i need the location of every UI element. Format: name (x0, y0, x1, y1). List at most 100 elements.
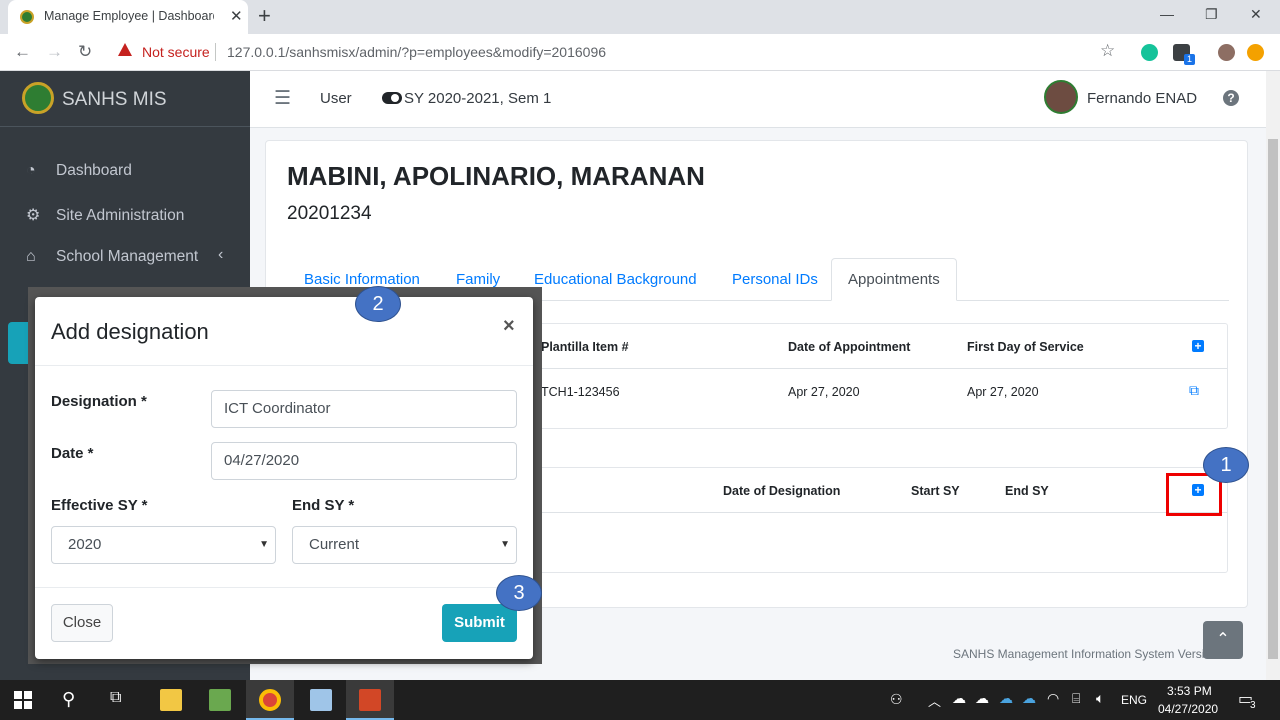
school-logo-icon (22, 82, 54, 114)
browser-tab[interactable]: Manage Employee | Dashboard | ✕ (8, 0, 248, 34)
language-indicator[interactable]: ENG (1121, 693, 1147, 707)
tab-family[interactable]: Family (456, 271, 500, 288)
reload-icon[interactable]: ↻ (78, 42, 92, 62)
onedrive-icon[interactable]: ☁ (1022, 690, 1036, 707)
tachometer-icon: ◔ (26, 162, 36, 179)
tab-educational-background[interactable]: Educational Background (534, 271, 697, 288)
hamburger-menu-icon[interactable]: ☰ (274, 87, 291, 110)
sidebar-item-label: Site Administration (56, 207, 185, 224)
top-navbar: ☰ User SY 2020-2021, Sem 1 Fernando ENAD… (250, 71, 1266, 128)
column-header: Date of Appointment (788, 340, 911, 354)
school-icon: ⌂ (26, 248, 36, 265)
effective-sy-label: Effective SY * (51, 497, 148, 514)
sidebar-item-dashboard[interactable]: ◔ Dashboard (26, 162, 132, 180)
step-badge: 3 (496, 575, 542, 611)
toggle-icon[interactable] (382, 92, 402, 104)
date-label: Date * (51, 445, 94, 462)
file-explorer-icon[interactable] (160, 689, 182, 711)
wifi-icon[interactable]: ◠ (1047, 690, 1059, 707)
sidebar-item-label: School Management (56, 248, 199, 265)
step-badge: 1 (1203, 447, 1249, 483)
back-icon[interactable]: ← (14, 42, 31, 62)
bookmark-star-icon[interactable]: ☆ (1100, 41, 1115, 61)
effective-sy-select[interactable]: 2020 ▼ (51, 526, 276, 564)
tab-basic-information[interactable]: Basic Information (304, 271, 420, 288)
help-icon[interactable]: ? (1223, 90, 1239, 106)
column-header: Date of Designation (723, 484, 841, 498)
clock-date[interactable]: 04/27/2020 (1158, 702, 1218, 716)
step-badge: 2 (355, 286, 401, 322)
address-bar: ← → ↻ Not secure 127.0.0.1/sanhsmisx/adm… (0, 34, 1280, 71)
sidebar-item-school-management[interactable]: ⌂ School Management (26, 248, 198, 266)
restore-icon[interactable]: ❐ (1205, 6, 1218, 23)
cloud-upload-icon[interactable]: ☁ (952, 690, 966, 707)
designation-label: Designation * (51, 393, 147, 410)
window-close-icon[interactable]: ✕ (1250, 6, 1262, 23)
user-menu[interactable]: User (320, 90, 352, 107)
onedrive-icon[interactable]: ☁ (999, 690, 1013, 707)
profile-avatar-icon[interactable] (1218, 44, 1235, 61)
avatar[interactable] (1044, 80, 1078, 114)
extension-badge: 1 (1184, 54, 1195, 65)
task-view-icon[interactable]: ⧉ (110, 689, 132, 711)
clock-time[interactable]: 3:53 PM (1167, 684, 1212, 698)
add-appointment-icon[interactable]: + (1192, 340, 1204, 352)
column-header: Plantilla Item # (541, 340, 629, 354)
forward-icon[interactable]: → (46, 42, 63, 62)
scrollbar-thumb[interactable] (1268, 139, 1278, 659)
table-cell: Apr 27, 2020 (788, 385, 860, 399)
page-scrollbar[interactable] (1266, 71, 1280, 680)
selected-value: 2020 (68, 536, 102, 553)
caret-down-icon: ▼ (500, 539, 510, 550)
tab-personal-ids[interactable]: Personal IDs (732, 271, 818, 288)
close-button[interactable]: Close (51, 604, 113, 642)
user-name[interactable]: Fernando ENAD (1087, 90, 1197, 107)
powerpoint-icon (359, 689, 381, 711)
modal-title: Add designation (51, 319, 209, 344)
divider (35, 365, 533, 366)
chrome-taskbar-item[interactable] (246, 680, 294, 720)
designation-input[interactable]: ICT Coordinator (211, 390, 517, 428)
divider (215, 43, 216, 61)
date-input[interactable]: 04/27/2020 (211, 442, 517, 480)
column-header: End SY (1005, 484, 1049, 498)
edit-icon[interactable]: ⧉ (1189, 382, 1199, 399)
column-header: First Day of Service (967, 340, 1084, 354)
column-header: Start SY (911, 484, 960, 498)
minimize-icon[interactable]: — (1160, 6, 1174, 22)
table-cell: Apr 27, 2020 (967, 385, 1039, 399)
grammarly-icon[interactable] (1141, 44, 1158, 61)
end-sy-select[interactable]: Current ▼ (292, 526, 517, 564)
search-icon[interactable]: ⚲ (62, 689, 84, 711)
tab-title: Manage Employee | Dashboard | (44, 9, 214, 23)
brand[interactable]: SANHS MIS (0, 71, 250, 127)
school-year-label[interactable]: SY 2020-2021, Sem 1 (404, 90, 551, 107)
windows-start-icon[interactable] (14, 691, 36, 713)
back-to-top-button[interactable]: ⌃ (1203, 621, 1243, 659)
taskbar: ⚲ ⧉ ⚇ ︿ ☁ ☁ ☁ ☁ ◠ ⌸ 🔈︎ ENG 3:53 PM 04/27… (0, 680, 1280, 720)
sidebar-item-label: Dashboard (56, 162, 132, 179)
notification-count: 3 (1250, 700, 1256, 711)
people-icon[interactable]: ⚇ (890, 691, 903, 708)
network-icon[interactable]: ⌸ (1072, 690, 1080, 707)
divider (35, 587, 533, 588)
chevron-up-icon[interactable]: ︿ (928, 691, 941, 710)
tab-close-icon[interactable]: ✕ (230, 7, 243, 25)
submit-button[interactable]: Submit (442, 604, 517, 642)
volume-icon[interactable]: 🔈︎ (1096, 690, 1104, 707)
new-tab-icon[interactable]: + (258, 3, 271, 29)
security-label[interactable]: Not secure (142, 44, 210, 60)
chrome-icon (259, 689, 281, 711)
site-favicon-icon (20, 10, 34, 24)
url-field[interactable]: 127.0.0.1/sanhsmisx/admin/?p=employees&m… (227, 44, 606, 60)
paint-icon[interactable] (209, 689, 231, 711)
notification-extension-icon[interactable] (1247, 44, 1264, 61)
notepad-icon[interactable] (310, 689, 332, 711)
sidebar-item-site-administration[interactable]: ⚙ Site Administration (26, 205, 184, 225)
add-designation-modal: Add designation × Designation * ICT Coor… (35, 297, 533, 659)
tab-appointments[interactable]: Appointments (831, 258, 957, 301)
chevron-left-icon[interactable]: ‹ (218, 246, 223, 264)
close-icon[interactable]: × (503, 315, 515, 338)
cloud-upload-icon[interactable]: ☁ (975, 690, 989, 707)
powerpoint-taskbar-item[interactable] (346, 680, 394, 720)
